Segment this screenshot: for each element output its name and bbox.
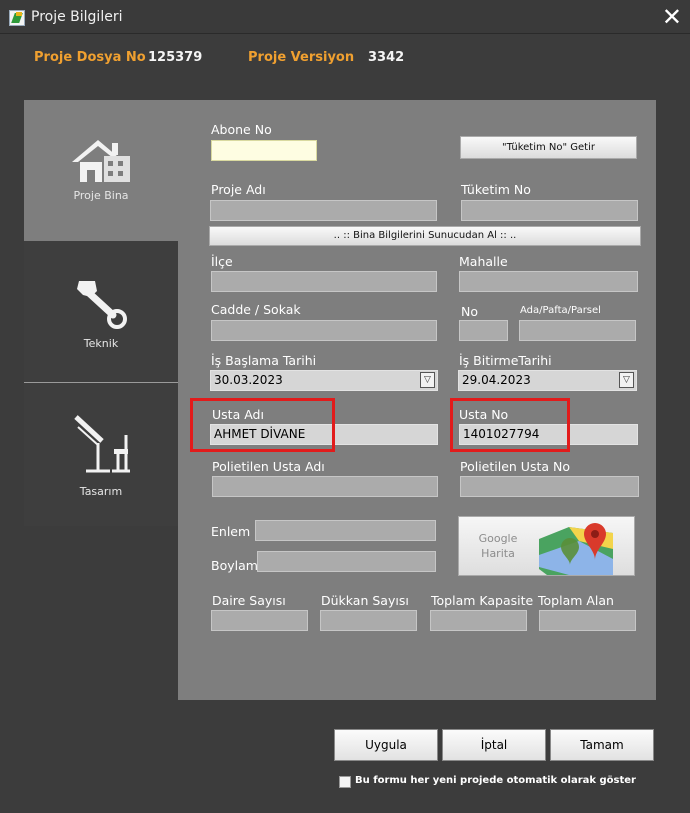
tuketim-no-getir-button[interactable]: "Tüketim No" Getir	[460, 136, 637, 159]
bina-bilgileri-al-button[interactable]: .. :: Bina Bilgilerini Sunucudan Al :: .…	[209, 226, 641, 246]
mahalle-input[interactable]	[459, 271, 638, 292]
ada-pafta-parsel-input[interactable]	[519, 320, 636, 341]
dukkan-sayisi-label: Dükkan Sayısı	[321, 593, 409, 608]
chevron-down-icon[interactable]: ▽	[619, 372, 634, 388]
title-bar: Proje Bilgileri ✕	[0, 0, 690, 34]
proje-adi-input[interactable]	[210, 200, 437, 221]
toplam-kapasite-input[interactable]	[430, 610, 527, 631]
abone-no-label: Abone No	[211, 122, 272, 137]
tab-proje-bina[interactable]: Proje Bina	[24, 100, 178, 241]
proje-dosya-no-label: Proje Dosya No	[34, 50, 146, 65]
toplam-alan-input[interactable]	[539, 610, 636, 631]
proje-versiyon-label: Proje Versiyon	[248, 50, 355, 65]
mahalle-label: Mahalle	[459, 254, 508, 269]
enlem-label: Enlem	[211, 524, 251, 539]
enlem-input[interactable]	[255, 520, 436, 541]
tab-label-tasarim: Tasarım	[79, 485, 123, 498]
polietilen-usta-no-input[interactable]	[460, 476, 639, 497]
daire-sayisi-label: Daire Sayısı	[212, 593, 286, 608]
wrench-icon	[77, 281, 127, 329]
polietilen-usta-no-label: Polietilen Usta No	[460, 459, 571, 474]
abone-no-input[interactable]	[211, 140, 317, 161]
tab-tasarim[interactable]: Tasarım	[24, 383, 178, 524]
ilce-input[interactable]	[211, 271, 437, 292]
toplam-kapasite-label: Toplam Kapasite	[431, 593, 534, 608]
cadde-sokak-label: Cadde / Sokak	[211, 302, 301, 317]
house-icon	[72, 140, 130, 182]
tab-label-teknik: Teknik	[83, 337, 119, 350]
drafting-table-icon	[74, 415, 130, 473]
google-harita-label: Google Harita	[478, 532, 518, 560]
tuketim-no-input[interactable]	[461, 200, 638, 221]
is-bitirme-tarihi-picker[interactable]: 29.04.2023 ▽	[458, 370, 637, 391]
cadde-sokak-input[interactable]	[211, 320, 437, 341]
auto-show-checkbox[interactable]	[339, 776, 351, 788]
auto-show-checkbox-label: Bu formu her yeni projede otomatik olara…	[355, 775, 636, 786]
ilce-label: İlçe	[211, 254, 233, 269]
polietilen-usta-adi-input[interactable]	[212, 476, 438, 497]
tab-label-proje-bina: Proje Bina	[73, 189, 129, 202]
toplam-alan-label: Toplam Alan	[538, 593, 614, 608]
dukkan-sayisi-input[interactable]	[320, 610, 417, 631]
no-label: No	[461, 304, 478, 319]
is-bitirme-tarihi-label: İş BitirmeTarihi	[459, 353, 552, 368]
google-harita-button[interactable]: Google Harita	[458, 516, 635, 576]
is-baslama-tarihi-value: 30.03.2023	[214, 373, 283, 387]
usta-no-highlight-box	[450, 398, 570, 452]
chevron-down-icon[interactable]: ▽	[420, 372, 435, 388]
app-logo-icon	[9, 10, 25, 26]
no-input[interactable]	[459, 320, 508, 341]
tuketim-no-label: Tüketim No	[461, 182, 531, 197]
uygula-button[interactable]: Uygula	[334, 729, 438, 761]
close-icon[interactable]: ✕	[662, 3, 682, 31]
ada-pafta-parsel-label: Ada/Pafta/Parsel	[520, 305, 601, 316]
proje-versiyon-value: 3342	[368, 50, 405, 65]
window-title: Proje Bilgileri	[31, 9, 123, 25]
proje-adi-label: Proje Adı	[211, 182, 266, 197]
iptal-button[interactable]: İptal	[442, 729, 546, 761]
vertical-tab-bar: Proje Bina Teknik Tasarım	[24, 100, 178, 526]
tab-teknik[interactable]: Teknik	[24, 241, 178, 382]
boylam-input[interactable]	[257, 551, 436, 572]
tamam-button[interactable]: Tamam	[550, 729, 654, 761]
boylam-label: Boylam	[211, 558, 258, 573]
is-baslama-tarihi-label: İş Başlama Tarihi	[211, 353, 317, 368]
is-bitirme-tarihi-value: 29.04.2023	[462, 373, 531, 387]
google-maps-icon	[539, 523, 613, 575]
usta-adi-highlight-box	[190, 398, 335, 452]
proje-dosya-no-value: 125379	[148, 50, 203, 65]
polietilen-usta-adi-label: Polietilen Usta Adı	[212, 459, 325, 474]
daire-sayisi-input[interactable]	[211, 610, 308, 631]
is-baslama-tarihi-picker[interactable]: 30.03.2023 ▽	[210, 370, 438, 391]
